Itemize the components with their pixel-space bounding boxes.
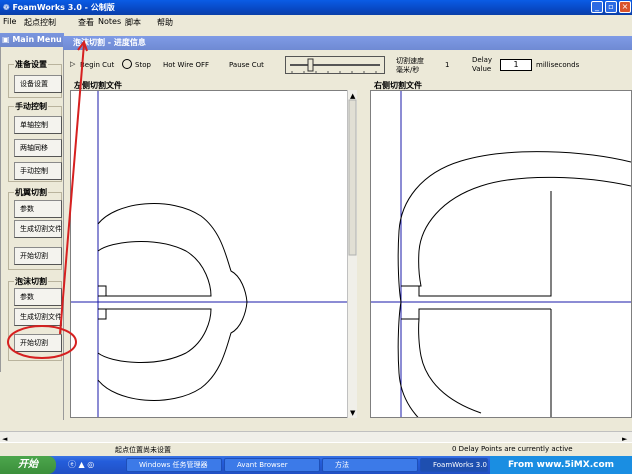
task-foamworks[interactable]: FoamWorks 3.0 - ...: [420, 458, 488, 472]
watermark-text: From www.5iMX.com: [507, 460, 615, 470]
ie-icon[interactable]: ⓔ: [68, 460, 76, 469]
task-avant-browser[interactable]: Avant Browser: [224, 458, 320, 472]
annotation-overlay: [7, 39, 88, 359]
start-label: 开始: [18, 459, 38, 470]
media-icon[interactable]: ▲: [79, 460, 85, 469]
taskbar: 开始 ⓔ ▲ ◎ Windows 任务管理器 Avant Browser 方法 …: [0, 456, 632, 474]
quick-launch: ⓔ ▲ ◎: [68, 459, 118, 471]
status-bar: 起点位置尚未设置 0 Delay Points are currently ac…: [0, 442, 632, 456]
start-button[interactable]: 开始: [0, 456, 56, 474]
task-method[interactable]: 方法: [322, 458, 418, 472]
status-start-position: 起点位置尚未设置: [115, 446, 171, 454]
browser-icon[interactable]: ◎: [87, 460, 94, 469]
watermark: From www.5iMX.com: [490, 456, 632, 474]
status-delay-points: 0 Delay Points are currently active: [452, 445, 573, 453]
task-windows-task-manager[interactable]: Windows 任务管理器: [126, 458, 222, 472]
main-horizontal-scrollbar[interactable]: ◄ ►: [0, 431, 632, 443]
